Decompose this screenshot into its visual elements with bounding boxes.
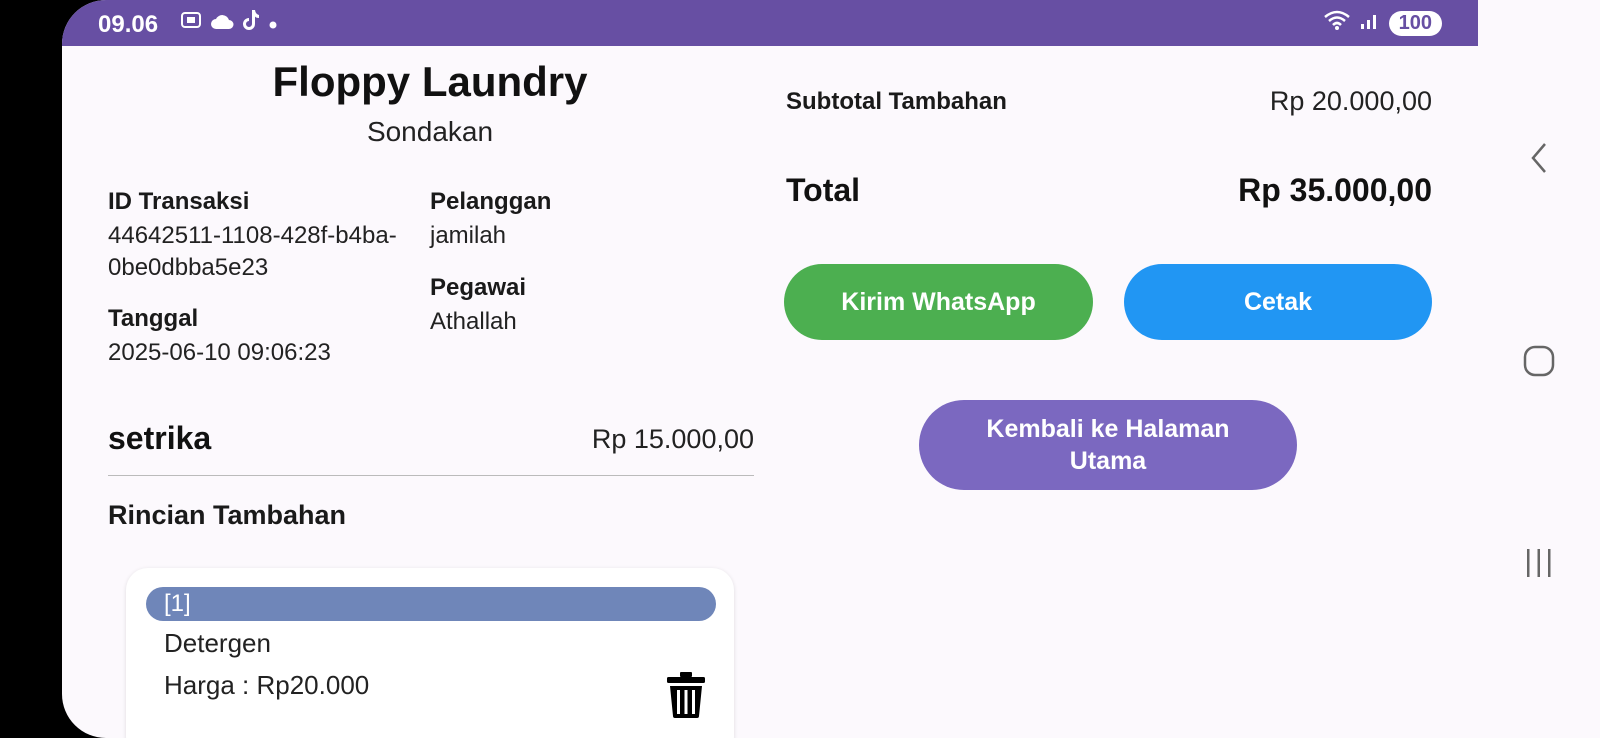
subtotal-value: Rp 20.000,00	[1269, 86, 1432, 116]
employee-label: Pegawai	[430, 274, 527, 301]
extra-item-name: Detergen	[164, 628, 271, 658]
customer-label: Pelanggan	[430, 188, 552, 215]
app-screen: 09.06 100 Floppy Laundry Sondakan ID Tra…	[62, 0, 1478, 738]
service-price: Rp 15.000,00	[591, 424, 754, 454]
tiktok-icon	[242, 9, 260, 37]
dot-icon	[268, 10, 278, 36]
store-title: Floppy Laundry	[272, 58, 588, 105]
extra-item-card: [1] Detergen Harga : Rp20.000	[126, 568, 734, 738]
status-time: 09.06	[98, 11, 159, 38]
service-name: setrika	[108, 420, 212, 456]
battery-level: 100	[1388, 10, 1442, 36]
extra-item-price: Harga : Rp20.000	[164, 670, 370, 700]
status-notification-icons	[180, 9, 278, 37]
system-nav-bar	[1478, 0, 1600, 738]
extras-heading: Rincian Tambahan	[108, 500, 347, 530]
employee-value: Athallah	[430, 308, 517, 335]
store-location: Sondakan	[366, 116, 494, 147]
divider	[108, 475, 754, 476]
total-label: Total	[786, 172, 861, 208]
customer-value: jamilah	[430, 222, 507, 249]
transaction-id-value-line1: 44642511-1108-428f-b4ba-	[108, 222, 397, 249]
send-whatsapp-button[interactable]: Kirim WhatsApp	[784, 264, 1093, 340]
wifi-icon	[1323, 9, 1351, 37]
print-button[interactable]: Cetak	[1124, 264, 1432, 340]
screenshot-icon	[180, 10, 202, 36]
subtotal-label: Subtotal Tambahan	[786, 88, 1007, 115]
status-system-icons: 100	[1323, 9, 1442, 37]
recents-nav-icon[interactable]	[1478, 546, 1600, 589]
extra-item-index: [1]	[146, 587, 716, 621]
back-to-home-button[interactable]: Kembali ke Halaman Utama	[919, 400, 1297, 490]
date-value: 2025-06-10 09:06:23	[108, 339, 331, 366]
status-bar: 09.06 100	[62, 0, 1478, 46]
transaction-id-label: ID Transaksi	[108, 188, 250, 215]
cloud-icon	[210, 10, 234, 36]
trash-icon[interactable]	[666, 672, 706, 718]
home-nav-icon[interactable]	[1478, 344, 1600, 387]
date-label: Tanggal	[108, 305, 199, 332]
signal-icon	[1359, 10, 1381, 36]
back-nav-icon[interactable]	[1478, 140, 1600, 185]
transaction-id-value-line2: 0be0dbba5e23	[108, 254, 269, 281]
total-value: Rp 35.000,00	[1238, 172, 1432, 208]
